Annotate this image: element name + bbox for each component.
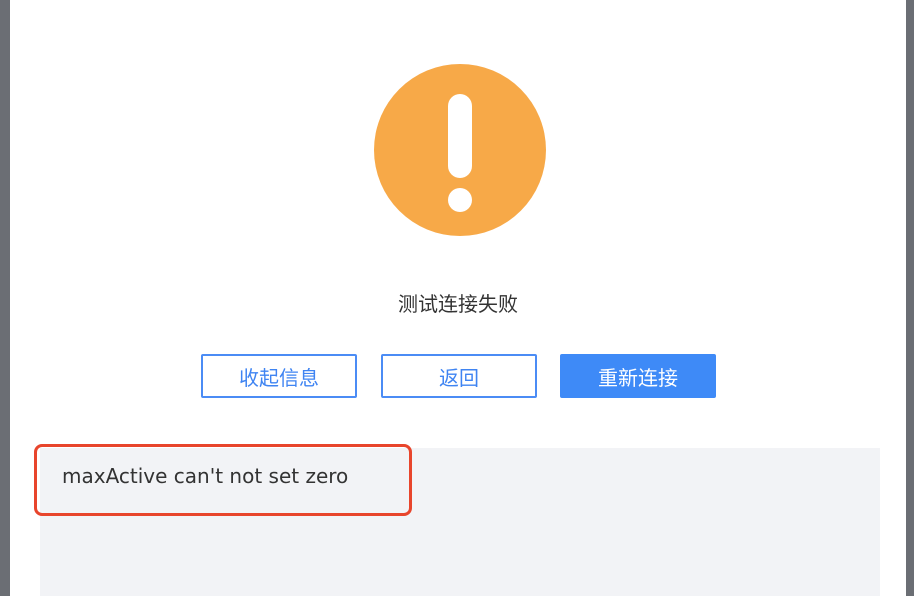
back-button[interactable]: 返回 (381, 354, 537, 398)
collapse-info-button[interactable]: 收起信息 (201, 354, 357, 398)
reconnect-button[interactable]: 重新连接 (560, 354, 716, 398)
warning-icon-bar (448, 94, 472, 178)
warning-icon-dot (448, 188, 472, 212)
window-left-border (0, 0, 10, 596)
test-status-message: 测试连接失败 (398, 292, 518, 316)
warning-icon (374, 64, 546, 236)
window-right-border (906, 0, 914, 596)
error-highlight-annotation (34, 444, 412, 516)
connection-test-dialog: 测试连接失败 收起信息 返回 重新连接 maxActive can't not … (10, 0, 906, 596)
